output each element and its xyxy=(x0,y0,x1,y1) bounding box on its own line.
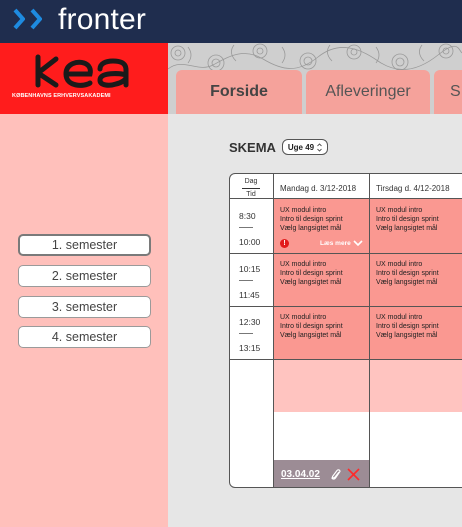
kea-wordmark-icon xyxy=(35,54,129,88)
slot-1-end: 10:00 xyxy=(239,237,261,247)
brand-name[interactable]: fronter xyxy=(58,3,146,37)
event-text: UX modul intro Intro til design sprint V… xyxy=(280,260,343,287)
day-header-monday: Mandag d. 3/12-2018 xyxy=(280,184,357,193)
time-divider xyxy=(239,280,253,281)
tab-label: S xyxy=(450,83,461,100)
corner-time-label: Tid xyxy=(246,191,256,198)
schedule-table: Dag Tid Mandag d. 3/12-2018 Tirsdag d. 4… xyxy=(229,173,462,488)
slot-1-start: 8:30 xyxy=(239,211,256,221)
tab-forside[interactable]: Forside xyxy=(176,70,302,114)
corner-divider xyxy=(242,188,260,189)
event-line: Intro til design sprint xyxy=(376,270,439,277)
event-text: UX modul intro Intro til design sprint V… xyxy=(376,260,439,287)
schedule-title: SKEMA xyxy=(229,140,276,155)
grid-line xyxy=(230,359,462,360)
tab-label: Afleveringer xyxy=(325,83,411,100)
corner-day-label: Dag xyxy=(244,178,258,185)
event-line: Vælg langsigtet mål xyxy=(280,279,342,286)
event-line: Vælg langsigtet mål xyxy=(376,225,438,232)
semester-label: 1. semester xyxy=(51,238,118,252)
event-line: Intro til design sprint xyxy=(280,216,343,223)
event-line: Vælg langsigtet mål xyxy=(376,332,438,339)
event-line: Vælg langsigtet mål xyxy=(280,332,342,339)
event-line: Vælg langsigtet mål xyxy=(280,225,342,232)
event-line: Vælg langsigtet mål xyxy=(376,279,438,286)
slot-3-start: 12:30 xyxy=(239,317,261,327)
event-title: UX modul intro xyxy=(376,207,423,214)
event-title: UX modul intro xyxy=(280,207,327,214)
week-label: Uge 49 xyxy=(287,142,315,152)
tab-partial[interactable]: S xyxy=(434,70,462,114)
event-title: UX modul intro xyxy=(280,261,327,268)
kea-logo[interactable] xyxy=(0,43,168,114)
up-down-arrow-icon xyxy=(317,142,322,152)
event-text: UX modul intro Intro til design sprint V… xyxy=(280,206,343,233)
slot-2-end: 11:45 xyxy=(239,290,260,300)
day-time-corner: Dag Tid xyxy=(234,177,268,200)
read-more-link[interactable]: Læs mere xyxy=(320,240,363,247)
semester-4-button[interactable]: 4. semester xyxy=(18,326,151,348)
event-title: UX modul intro xyxy=(376,261,423,268)
semester-label: 4. semester xyxy=(51,330,118,344)
event-title: UX modul intro xyxy=(280,314,327,321)
grid-line xyxy=(273,174,274,487)
grid-line xyxy=(230,253,462,254)
event-text: UX modul intro Intro til design sprint V… xyxy=(376,206,439,233)
semester-label: 3. semester xyxy=(51,300,118,314)
event-title: UX modul intro xyxy=(376,314,423,321)
semester-1-button[interactable]: 1. semester xyxy=(18,234,151,256)
event-line: Intro til design sprint xyxy=(280,323,343,330)
sidebar xyxy=(0,114,168,527)
semester-label: 2. semester xyxy=(51,269,118,283)
empty-cell-tue-4[interactable] xyxy=(370,360,462,412)
event-line: Intro til design sprint xyxy=(376,216,439,223)
paperclip-icon[interactable] xyxy=(331,468,342,481)
event-line: Intro til design sprint xyxy=(376,323,439,330)
event-text: UX modul intro Intro til design sprint V… xyxy=(280,313,343,340)
room-link[interactable]: 03.04.02 xyxy=(281,469,320,480)
time-divider xyxy=(239,227,253,228)
time-divider xyxy=(239,333,253,334)
semester-2-button[interactable]: 2. semester xyxy=(18,265,151,287)
day-header-tuesday: Tirsdag d. 4/12-2018 xyxy=(376,184,450,193)
semester-3-button[interactable]: 3. semester xyxy=(18,296,151,318)
top-bar: fronter xyxy=(0,0,462,43)
slot-2-start: 10:15 xyxy=(239,264,261,274)
grid-line xyxy=(369,174,370,487)
kea-subtitle: KØBENHAVNS ERHVERVSAKADEMI xyxy=(12,93,111,99)
chevron-down-icon xyxy=(352,240,363,247)
tab-label: Forside xyxy=(210,83,268,100)
tab-afleveringer[interactable]: Afleveringer xyxy=(306,70,430,114)
week-selector[interactable]: Uge 49 xyxy=(282,139,328,155)
exclamation-circle-icon[interactable]: ! xyxy=(280,239,289,248)
empty-cell-mon-4[interactable] xyxy=(274,360,369,412)
event-text: UX modul intro Intro til design sprint V… xyxy=(376,313,439,340)
slot-3-end: 13:15 xyxy=(239,343,261,353)
grid-line xyxy=(230,306,462,307)
close-x-icon[interactable] xyxy=(347,468,360,481)
read-more-label: Læs mere xyxy=(320,240,351,247)
event-line: Intro til design sprint xyxy=(280,270,343,277)
